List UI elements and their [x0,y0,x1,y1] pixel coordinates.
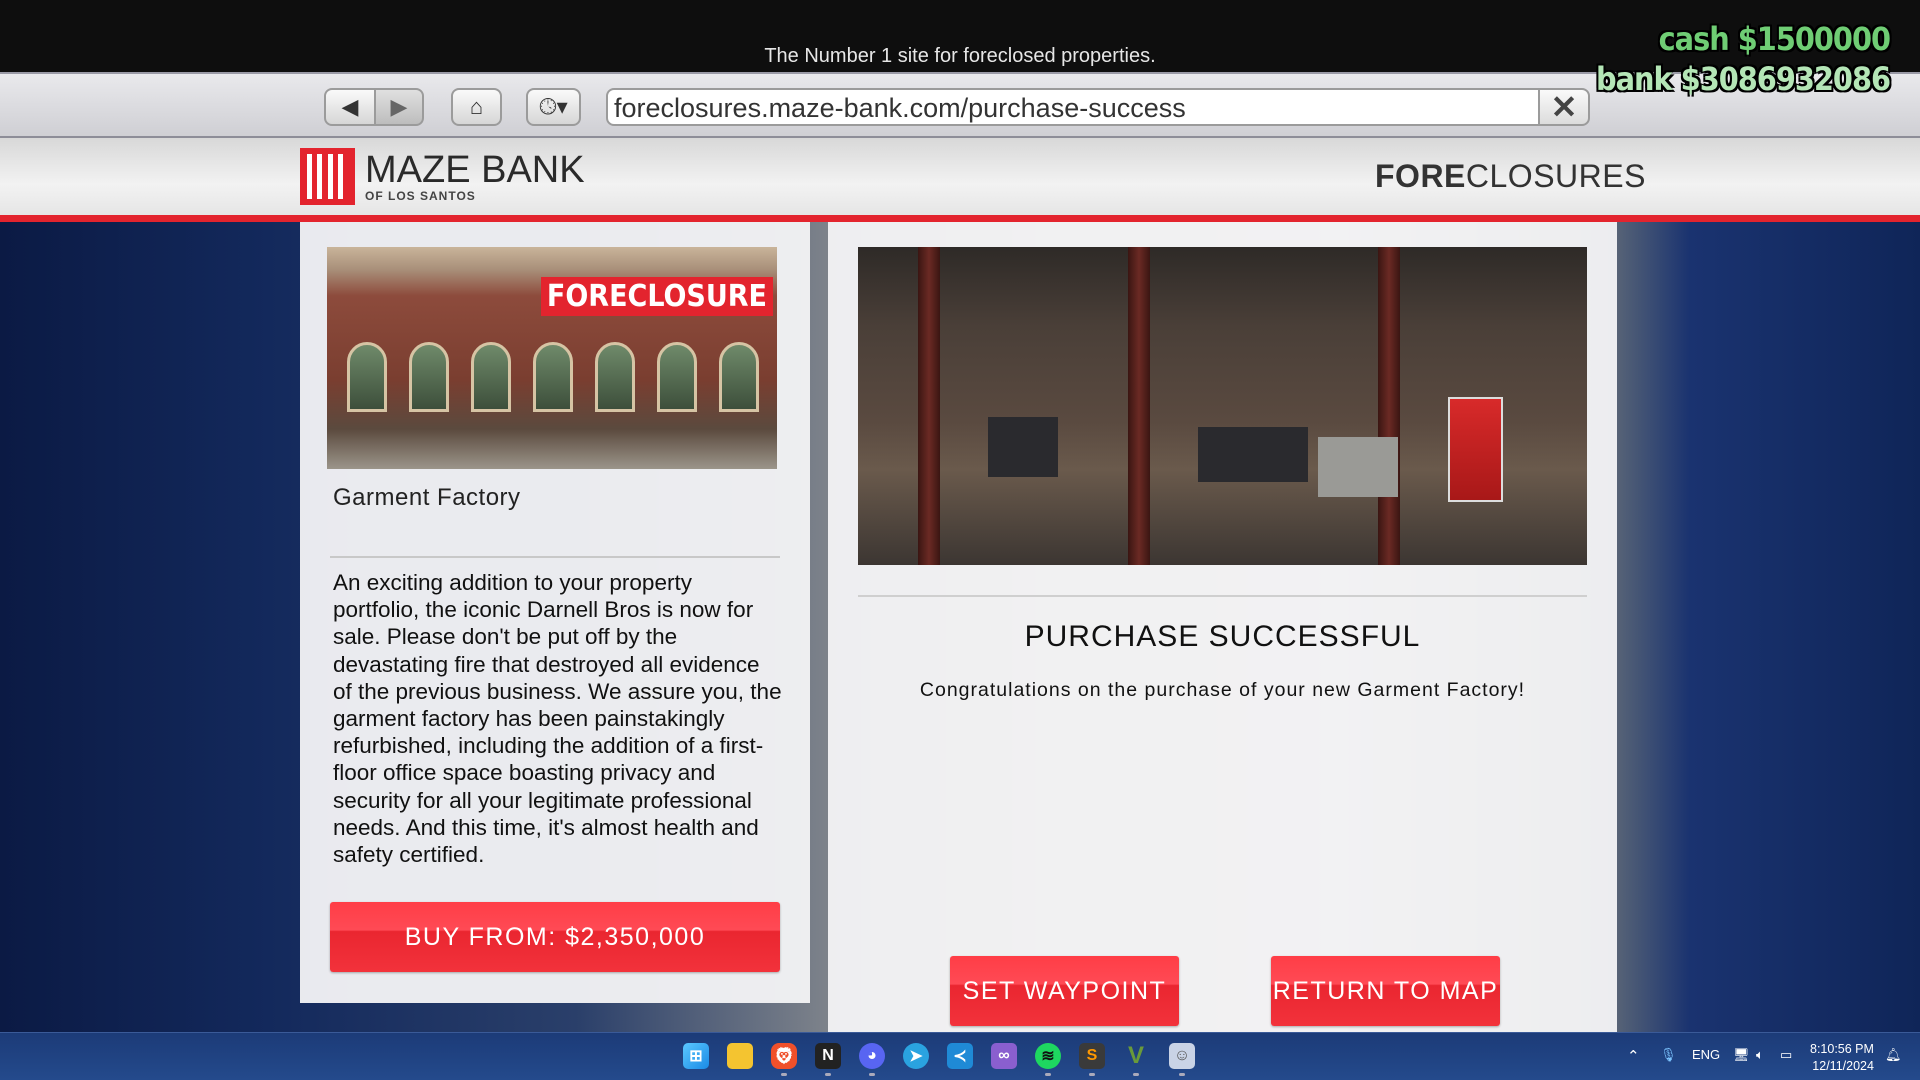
logo-subtitle: OF LOS SANTOS [365,188,476,203]
divider [330,556,780,558]
sublime-text-icon[interactable]: S [1079,1043,1105,1069]
battery-icon[interactable]: ▭ [1780,1047,1792,1063]
success-heading: PURCHASE SUCCESSFUL [1024,620,1421,653]
back-button[interactable]: ◀ [324,88,376,126]
hud-cash: cash $1500000 [1658,20,1891,58]
system-clock[interactable]: 8:10:56 PM 12/11/2024 [1810,1041,1874,1075]
vscode-icon[interactable]: ≺ [947,1043,973,1069]
forward-button[interactable]: ▶ [374,88,424,126]
windows-start-icon[interactable]: ⊞ [683,1043,709,1069]
volume-icon[interactable]: 🔈︎ [1756,1047,1764,1063]
spotify-icon[interactable]: ≋ [1035,1043,1061,1069]
home-icon: ⌂ [469,94,484,119]
property-title: Garment Factory [333,484,521,511]
home-button[interactable]: ⌂ [451,88,502,126]
logo-name: MAZE BANK [365,148,585,191]
divider [858,595,1587,597]
windows-taskbar: ⊞ 🦁︎ N ◕ ➤ ≺ ∞ ≋ S V ☺ ⌃ 🎙︎ ENG 🖥︎ 🔈︎ ▭ … [0,1032,1920,1080]
tray-chevron-up-icon[interactable]: ⌃ [1627,1047,1640,1065]
discord-icon[interactable]: ◕ [859,1043,885,1069]
property-description: An exciting addition to your property po… [333,570,782,868]
file-explorer-icon[interactable] [727,1043,753,1069]
property-image: FORECLOSURE [327,247,777,469]
hud-bank: bank $3086932086 [1595,60,1891,98]
language-indicator[interactable]: ENG [1692,1047,1720,1062]
notifications-icon[interactable]: 🔔︎ [1885,1047,1902,1063]
return-to-map-button[interactable]: RETURN TO MAP [1271,956,1500,1026]
clock-icon: 🕓︎▾ [539,94,568,119]
forward-arrow-icon: ▶ [390,94,408,119]
set-waypoint-button[interactable]: SET WAYPOINT [950,956,1179,1026]
profile-app-icon[interactable]: ☺ [1169,1043,1195,1069]
interior-image [858,247,1587,565]
success-message: Congratulations on the purchase of your … [919,679,1526,701]
header-divider [0,215,1920,222]
brave-icon[interactable]: 🦁︎ [771,1043,797,1069]
network-icon[interactable]: 🖥︎ [1733,1047,1750,1063]
maze-bank-logo[interactable]: MAZE BANK OF LOS SANTOS [300,148,585,205]
visual-studio-icon[interactable]: ∞ [991,1043,1017,1069]
close-button[interactable]: ✕ [1538,88,1590,126]
history-button[interactable]: 🕓︎▾ [526,88,581,126]
microphone-icon[interactable]: 🎙︎ [1660,1047,1677,1063]
back-arrow-icon: ◀ [341,94,359,119]
telegram-icon[interactable]: ➤ [903,1043,929,1069]
gta-v-icon[interactable]: V [1123,1042,1149,1069]
close-icon: ✕ [1550,89,1578,125]
notion-icon[interactable]: N [815,1043,841,1069]
url-field[interactable]: foreclosures.maze-bank.com/purchase-succ… [606,88,1540,126]
maze-logo-icon [300,148,355,205]
purchase-result-panel: PURCHASE SUCCESSFUL Congratulations on t… [828,222,1617,1032]
section-title: FORECLOSURES [1375,158,1646,194]
property-panel: FORECLOSURE Garment Factory An exciting … [300,222,810,1003]
foreclosure-sign: FORECLOSURE [540,277,773,316]
buy-button[interactable]: BUY FROM: $2,350,000 [330,902,780,972]
